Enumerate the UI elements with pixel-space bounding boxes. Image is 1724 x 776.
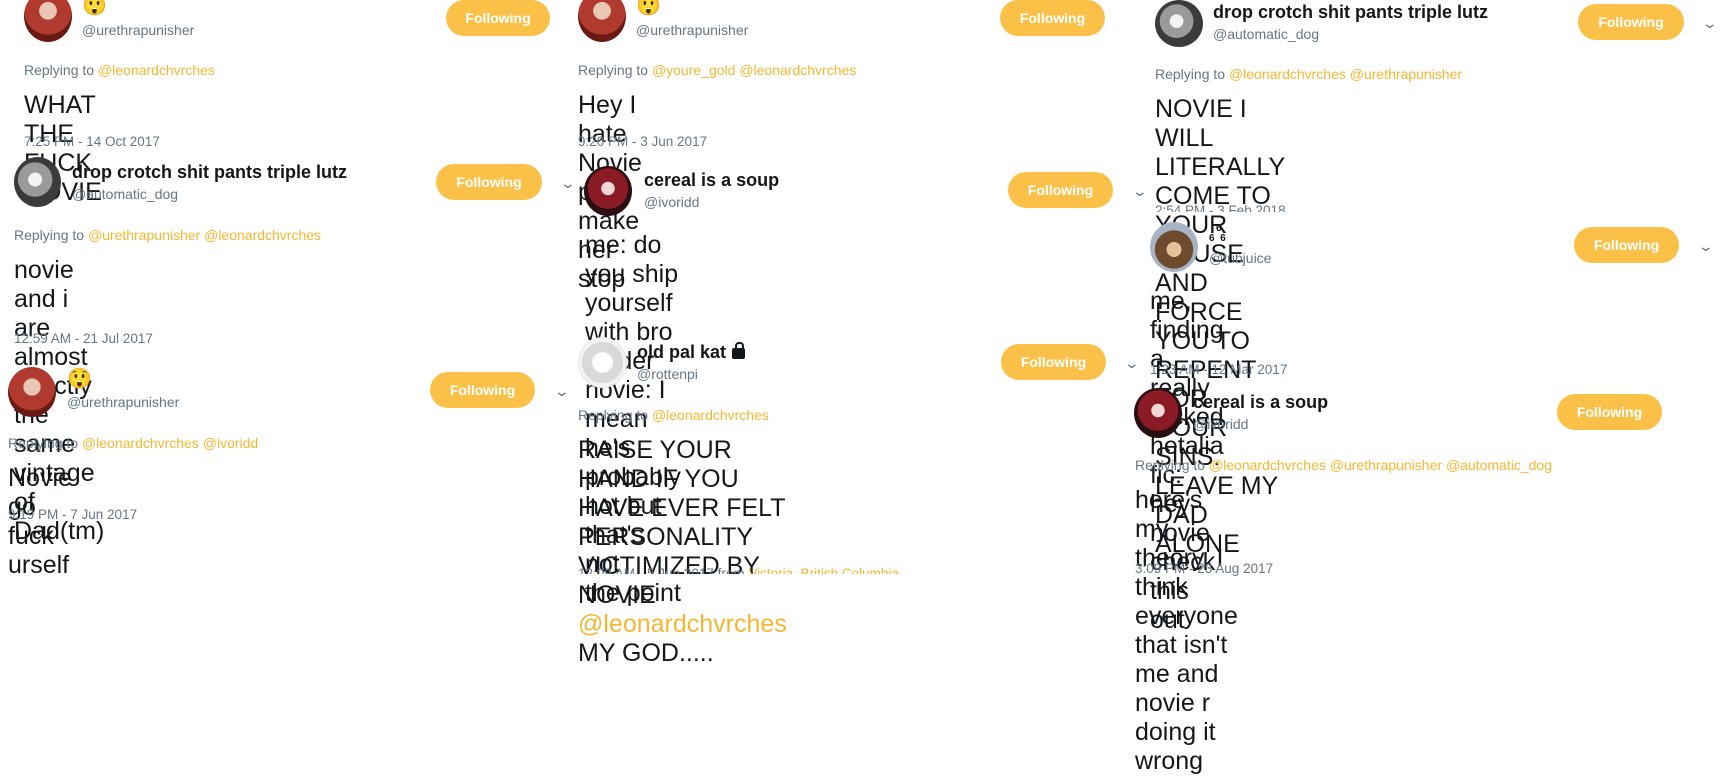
following-button[interactable]: Following <box>1578 4 1684 40</box>
timestamp-clip: 12:09 AM - 5 Jun 2017 from Victoria, Bri… <box>578 562 978 574</box>
user-handle[interactable]: @urethrapunisher <box>67 394 179 410</box>
tweet-text: here's my theory. I think everyone that … <box>1135 486 1238 775</box>
user-name-emoji[interactable]: 😲 <box>82 0 107 16</box>
mention-link[interactable]: @urethrapunisher <box>1350 66 1462 82</box>
avatar[interactable] <box>578 0 626 42</box>
user-name[interactable]: 6 6 <box>1209 234 1226 244</box>
chevron-down-icon[interactable]: ⌄ <box>1698 239 1714 253</box>
user-name-emoji[interactable]: 😲 <box>67 369 92 389</box>
chevron-down-icon[interactable]: ⌄ <box>1132 184 1148 198</box>
tweet-timestamp[interactable]: 2:54 PM - 3 Feb 2018 <box>1155 203 1286 212</box>
user-name[interactable]: old pal kat <box>637 342 746 363</box>
following-button[interactable]: Following <box>1574 227 1679 263</box>
mention-link[interactable]: @automatic_dog <box>1446 457 1552 473</box>
mention-link[interactable]: @leonardchvrches <box>578 610 787 638</box>
mention-link[interactable]: @urethrapunisher <box>88 227 200 243</box>
avatar[interactable] <box>578 337 627 388</box>
tweet-timestamp[interactable]: 1:23 AM - 12 Mar 2017 <box>1150 362 1287 377</box>
following-button[interactable]: Following <box>1001 344 1106 380</box>
user-name[interactable]: drop crotch shit pants triple lutz <box>72 162 347 183</box>
avatar[interactable] <box>24 0 72 42</box>
avatar[interactable] <box>8 367 56 417</box>
replying-to: Replying to @leonardchvrches @ivoridd <box>8 435 259 451</box>
avatar[interactable] <box>584 166 632 216</box>
user-handle[interactable]: @ivoridd <box>644 194 699 210</box>
tweet-timestamp[interactable]: 9:19 PM - 7 Jun 2017 <box>8 507 137 522</box>
replying-to: Replying to @leonardchvrches <box>578 407 769 423</box>
tweet-text: Novie go fuck urself <box>8 464 72 579</box>
mention-link[interactable]: @leonardchvrches <box>739 62 856 78</box>
mention-link[interactable]: @leonardchvrches <box>204 227 321 243</box>
replying-to: Replying to @leonardchvrches @urethrapun… <box>1135 457 1552 473</box>
avatar[interactable] <box>14 157 61 207</box>
tweet-timestamp[interactable]: 12:59 AM - 21 Jul 2017 <box>14 331 153 346</box>
mention-link[interactable]: @urethrapunisher <box>1330 457 1442 473</box>
mention-link[interactable]: @ivoridd <box>203 435 258 451</box>
chevron-down-icon[interactable]: ⌄ <box>1124 356 1140 370</box>
mention-link[interactable]: @youre_gold <box>652 62 736 78</box>
mention-link[interactable]: @leonardchvrches <box>652 407 769 423</box>
mention-link[interactable]: @leonardchvrches <box>1209 457 1326 473</box>
user-handle[interactable]: @tubjuice <box>1209 250 1271 266</box>
user-handle[interactable]: @urethrapunisher <box>636 22 748 38</box>
timestamp-clip: 2:54 PM - 3 Feb 2018 <box>1155 202 1455 212</box>
tweet-timestamp[interactable]: 9:20 PM - 3 Jun 2017 <box>578 134 707 149</box>
user-handle[interactable]: @rottenpi <box>637 366 698 382</box>
chevron-down-icon[interactable]: ⌄ <box>560 176 576 190</box>
replying-to: Replying to @youre_gold @leonardchvrches <box>578 62 857 78</box>
following-button[interactable]: Following <box>1557 394 1662 430</box>
avatar[interactable] <box>1150 222 1198 272</box>
avatar[interactable] <box>1155 0 1203 47</box>
following-button[interactable]: Following <box>446 0 550 36</box>
tweet-text: RAISE YOUR HAND IF YOU HAVE EVER FELT PE… <box>578 436 787 667</box>
mention-link[interactable]: @leonardchvrches <box>1229 66 1346 82</box>
following-button[interactable]: Following <box>430 372 535 408</box>
user-handle[interactable]: @ivoridd <box>1193 416 1248 432</box>
following-button[interactable]: Following <box>436 164 542 200</box>
following-button[interactable]: Following <box>1000 0 1105 36</box>
replying-to: Replying to @leonardchvrches <box>24 62 215 78</box>
replying-to: Replying to @leonardchvrches @urethrapun… <box>1155 66 1463 82</box>
mention-link[interactable]: @leonardchvrches <box>82 435 199 451</box>
user-name[interactable]: cereal is a soup <box>644 170 779 191</box>
tweet-timestamp[interactable]: 7:25 PM - 14 Oct 2017 <box>24 134 160 149</box>
lock-icon <box>732 342 746 359</box>
mention-link[interactable]: @leonardchvrches <box>98 62 215 78</box>
chevron-down-icon[interactable]: ⌄ <box>1702 16 1718 30</box>
replying-to: Replying to @urethrapunisher @leonardchv… <box>14 227 322 243</box>
following-button[interactable]: Following <box>1008 172 1113 208</box>
user-name[interactable]: drop crotch shit pants triple lutz <box>1213 2 1488 23</box>
avatar[interactable] <box>1134 388 1182 438</box>
user-handle[interactable]: @automatic_dog <box>72 186 178 202</box>
tweet-timestamp[interactable]: 12:09 AM - 5 Jun 2017 from Victoria, Bri… <box>578 566 899 574</box>
location-link[interactable]: Victoria, British Columbia <box>748 566 899 574</box>
user-name-emoji[interactable]: 😲 <box>636 0 661 16</box>
chevron-down-icon[interactable]: ⌄ <box>554 384 570 398</box>
user-name[interactable]: cereal is a soup <box>1193 392 1328 413</box>
user-handle[interactable]: @automatic_dog <box>1213 26 1319 42</box>
user-handle[interactable]: @urethrapunisher <box>82 22 194 38</box>
